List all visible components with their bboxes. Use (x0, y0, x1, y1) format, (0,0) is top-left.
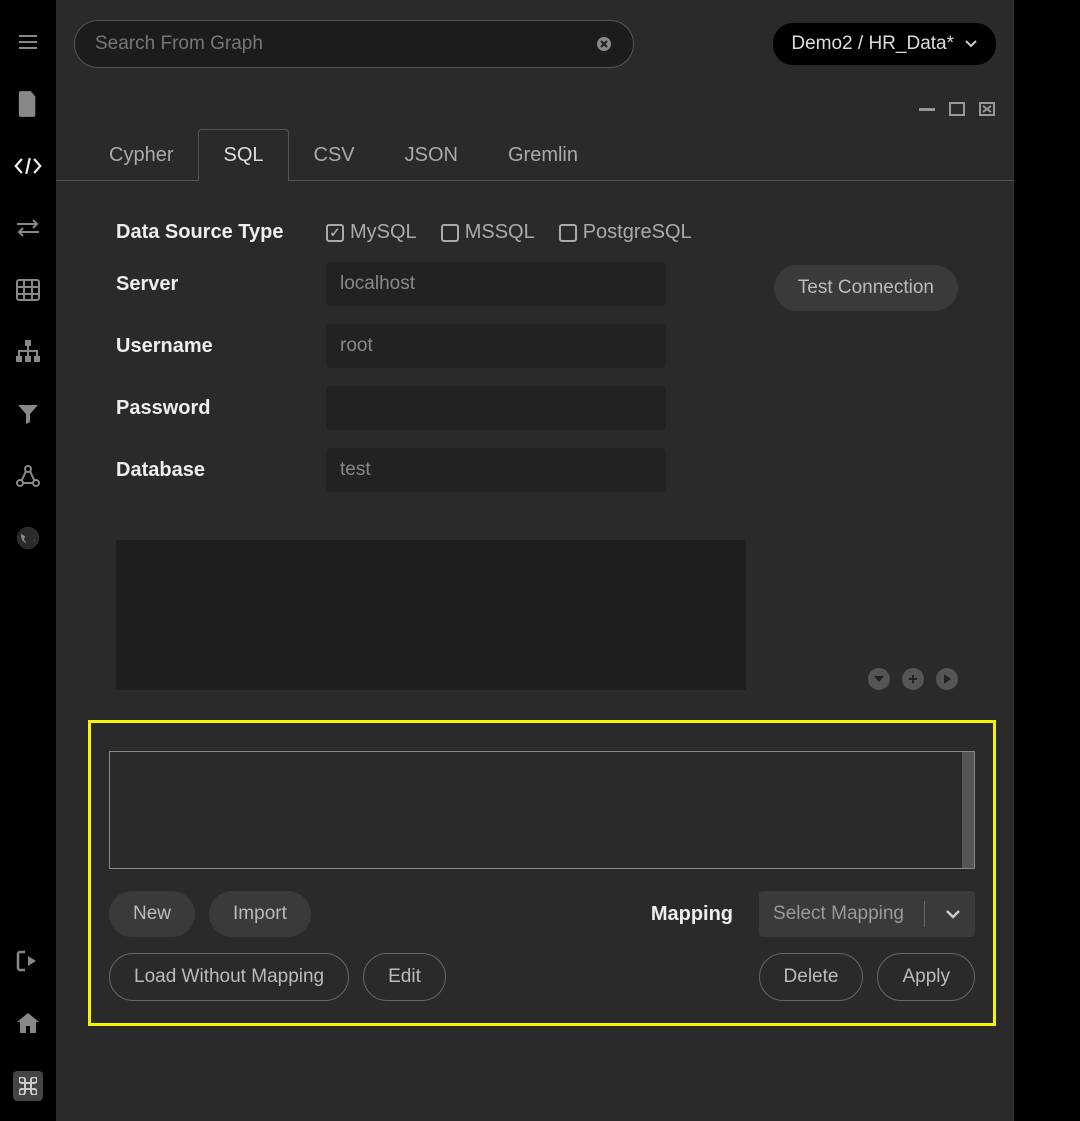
sitemap-icon[interactable] (14, 338, 42, 366)
tab-json[interactable]: JSON (380, 129, 483, 181)
play-icon[interactable] (936, 668, 958, 690)
delete-button[interactable]: Delete (759, 953, 864, 1001)
sql-form: Data Source Type MySQL MSSQL PostgreSQL … (56, 181, 1014, 520)
code-icon[interactable] (14, 152, 42, 180)
mapping-panel: New Import Mapping Select Mapping Load W… (88, 720, 996, 1026)
apply-button[interactable]: Apply (877, 953, 975, 1001)
edit-button[interactable]: Edit (363, 953, 446, 1001)
username-input[interactable] (326, 324, 666, 368)
tab-csv[interactable]: CSV (289, 129, 380, 181)
search-container (74, 20, 634, 68)
chevron-down-icon (964, 39, 978, 49)
search-input[interactable] (95, 33, 595, 55)
new-button[interactable]: New (109, 891, 195, 937)
right-gutter (1014, 0, 1080, 1121)
datasource-postgresql[interactable]: PostgreSQL (559, 221, 692, 244)
datasource-mysql[interactable]: MySQL (326, 221, 417, 244)
import-tabs: Cypher SQL CSV JSON Gremlin (56, 128, 1014, 181)
datasource-label: Data Source Type (116, 221, 326, 244)
checkbox-checked-icon (326, 224, 344, 242)
filter-icon[interactable] (14, 400, 42, 428)
tab-sql[interactable]: SQL (198, 129, 288, 181)
menu-icon[interactable] (14, 28, 42, 56)
checkbox-icon (441, 224, 459, 242)
server-label: Server (116, 273, 326, 296)
table-icon[interactable] (14, 276, 42, 304)
logout-icon[interactable] (14, 947, 42, 975)
window-controls (918, 100, 996, 118)
graph-icon[interactable] (14, 462, 42, 490)
database-label: Database (116, 459, 326, 482)
minimize-icon[interactable] (918, 100, 936, 118)
close-icon[interactable] (595, 35, 613, 53)
password-input[interactable] (326, 386, 666, 430)
command-icon[interactable] (13, 1071, 43, 1101)
tab-gremlin[interactable]: Gremlin (483, 129, 603, 181)
scrollbar[interactable] (962, 752, 974, 868)
left-sidebar (0, 0, 56, 1121)
database-input[interactable] (326, 448, 666, 492)
username-label: Username (116, 335, 326, 358)
mapping-select[interactable]: Select Mapping (759, 891, 975, 937)
datasource-mssql[interactable]: MSSQL (441, 221, 535, 244)
preview-area (116, 540, 746, 690)
file-icon[interactable] (14, 90, 42, 118)
home-icon[interactable] (14, 1009, 42, 1037)
mapping-placeholder: Select Mapping (773, 903, 904, 925)
query-textarea[interactable] (109, 751, 975, 869)
import-button[interactable]: Import (209, 891, 311, 937)
password-label: Password (116, 397, 326, 420)
close-window-icon[interactable] (978, 100, 996, 118)
main-panel: Demo2 / HR_Data* Cypher SQL CSV JSON Gre… (56, 0, 1014, 1121)
action-circle-buttons (868, 668, 958, 690)
globe-icon[interactable] (14, 524, 42, 552)
chevron-down-icon (945, 908, 961, 920)
add-icon[interactable] (902, 668, 924, 690)
workspace-selector[interactable]: Demo2 / HR_Data* (773, 23, 996, 65)
swap-icon[interactable] (14, 214, 42, 242)
topbar: Demo2 / HR_Data* (56, 0, 1014, 68)
workspace-label: Demo2 / HR_Data* (791, 33, 954, 55)
test-connection-button[interactable]: Test Connection (774, 265, 958, 311)
server-input[interactable] (326, 262, 666, 306)
datasource-options: MySQL MSSQL PostgreSQL (326, 221, 692, 244)
load-without-mapping-button[interactable]: Load Without Mapping (109, 953, 349, 1001)
checkbox-icon (559, 224, 577, 242)
mapping-label: Mapping (651, 903, 733, 926)
maximize-icon[interactable] (948, 100, 966, 118)
expand-down-icon[interactable] (868, 668, 890, 690)
tab-cypher[interactable]: Cypher (84, 129, 198, 181)
